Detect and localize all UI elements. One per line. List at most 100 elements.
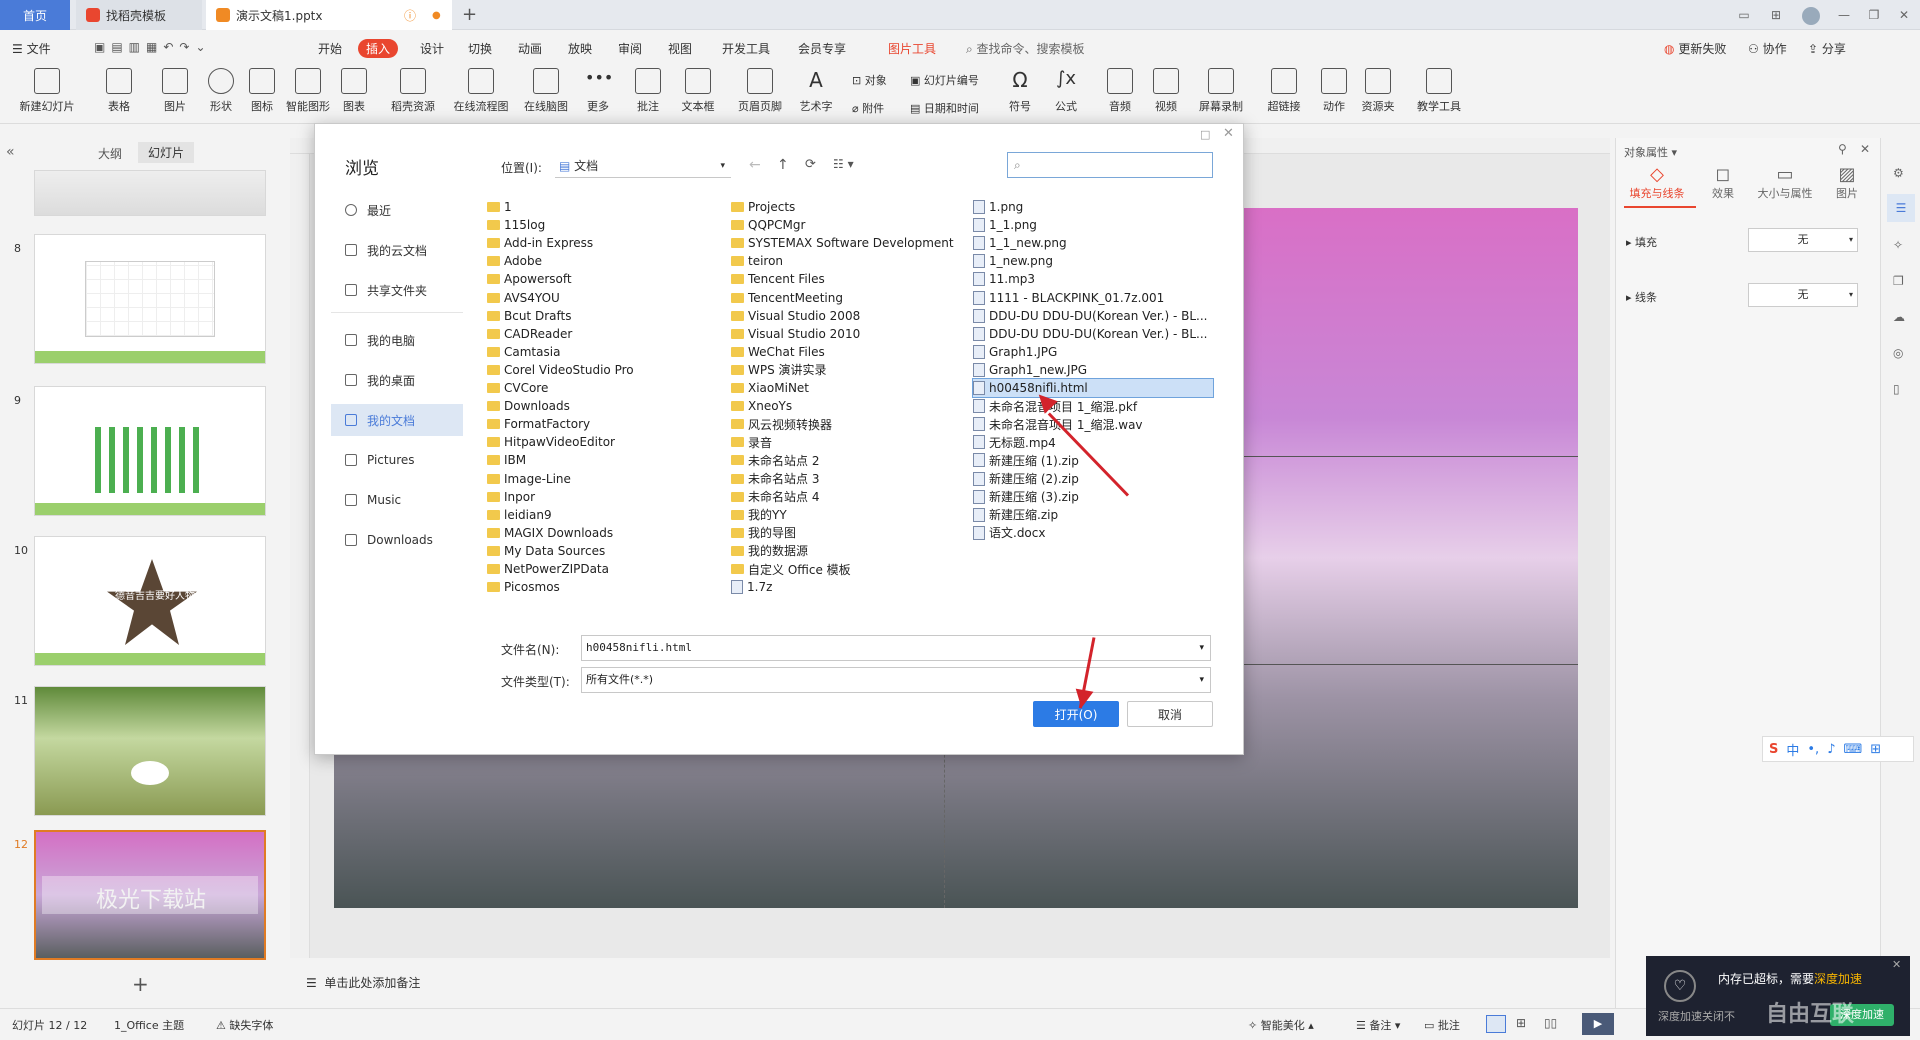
tab-docer-templates[interactable]: 找稻壳模板 <box>76 0 202 30</box>
nav-pictures[interactable]: Pictures <box>331 444 463 476</box>
file-list-item[interactable]: 1_1_new.png <box>973 234 1067 252</box>
menu-animation[interactable]: 动画 <box>518 40 542 57</box>
tab-size-properties[interactable]: ▭ 大小与属性 <box>1752 164 1818 201</box>
tab-outline[interactable]: 大纲 <box>98 145 122 162</box>
collapse-panel-icon[interactable]: « <box>6 144 15 160</box>
slide-thumbnail-9[interactable] <box>34 386 266 516</box>
hyperlink-button[interactable]: 超链接 <box>1262 68 1306 114</box>
copy-icon[interactable]: ❐ <box>1893 274 1904 288</box>
menu-insert[interactable]: 插入 <box>358 39 399 58</box>
file-list-item[interactable]: teiron <box>731 252 783 270</box>
file-list-item[interactable]: IBM <box>487 451 526 469</box>
nav-cloud-docs[interactable]: 我的云文档 <box>331 234 463 266</box>
view-mode-icon[interactable]: ☷ ▾ <box>833 157 854 171</box>
search-input[interactable]: ⌕ <box>1007 152 1213 178</box>
properties-icon[interactable]: ☰ <box>1887 194 1915 222</box>
file-list-item[interactable]: Visual Studio 2010 <box>731 325 860 343</box>
close-icon[interactable]: ✕ <box>1896 7 1912 23</box>
file-list-item[interactable]: 我的数据源 <box>731 542 808 560</box>
formula-button[interactable]: ∫x 公式 <box>1048 68 1084 114</box>
file-list-item[interactable]: TencentMeeting <box>731 289 843 307</box>
audio-button[interactable]: 音频 <box>1102 68 1138 114</box>
new-tab-button[interactable]: + <box>462 4 477 25</box>
menu-developer[interactable]: 开发工具 <box>722 40 770 57</box>
file-list-item[interactable]: 1_1.png <box>973 216 1037 234</box>
panel-close-icon[interactable]: ✕ <box>1860 142 1870 156</box>
file-list-item[interactable]: Adobe <box>487 252 542 270</box>
pin-icon[interactable]: ⚲ <box>1838 142 1847 156</box>
file-list-item[interactable]: CVCore <box>487 379 548 397</box>
notes-area[interactable]: ☰ 单击此处添加备注 <box>306 974 420 991</box>
menu-transition[interactable]: 切换 <box>468 40 492 57</box>
file-list-item[interactable]: Inpor <box>487 488 535 506</box>
file-list-item[interactable]: HitpawVideoEditor <box>487 433 615 451</box>
file-list-item[interactable]: WeChat Files <box>731 343 825 361</box>
file-list-item[interactable]: Bcut Drafts <box>487 307 571 325</box>
object-button[interactable]: ⊡ 对象 <box>852 72 887 88</box>
tab-presentation[interactable]: 演示文稿1.pptx ⓘ ● <box>206 0 452 30</box>
file-list-item[interactable]: 新建压缩 (2).zip <box>973 470 1079 488</box>
file-list-item[interactable]: 11.mp3 <box>973 270 1035 288</box>
file-list-item[interactable]: Add-in Express <box>487 234 593 252</box>
normal-view-icon[interactable] <box>1486 1015 1506 1033</box>
up-icon[interactable]: ↑ <box>777 157 789 173</box>
line-section[interactable]: ▸ 线条 <box>1626 289 1657 305</box>
sorter-view-icon[interactable]: ⊞ <box>1516 1016 1526 1030</box>
nav-downloads[interactable]: Downloads <box>331 524 463 556</box>
maximize-icon[interactable]: □ <box>1200 128 1210 141</box>
file-list-item[interactable]: 1_new.png <box>973 252 1053 270</box>
theme-name[interactable]: 1_Office 主题 <box>114 1017 184 1033</box>
add-slide-button[interactable]: + <box>132 972 149 996</box>
ime-toolbar[interactable]: S 中 •, ♪ ⌨ ⊞ <box>1762 736 1914 762</box>
menu-design[interactable]: 设计 <box>420 40 444 57</box>
file-list-item[interactable]: 1111 - BLACKPINK_01.7z.001 <box>973 289 1164 307</box>
cancel-button[interactable]: 取消 <box>1127 701 1213 727</box>
slide-thumbnail-7[interactable] <box>34 170 266 216</box>
file-list-item[interactable]: 新建压缩.zip <box>973 506 1058 524</box>
menu-picture-tools[interactable]: 图片工具 <box>888 40 936 57</box>
shape-button[interactable]: 形状 <box>200 68 242 114</box>
mindmap-button[interactable]: 在线脑图 <box>518 68 574 114</box>
dialog-close-icon[interactable]: ✕ <box>1223 126 1234 141</box>
file-list-item[interactable]: 未命名站点 3 <box>731 470 819 488</box>
nav-music[interactable]: Music <box>331 484 463 516</box>
file-list-item[interactable]: Apowersoft <box>487 270 572 288</box>
warning-icon[interactable]: ⓘ <box>404 7 416 24</box>
missing-font[interactable]: ⚠ 缺失字体 <box>216 1017 273 1033</box>
table-button[interactable]: 表格 <box>98 68 140 114</box>
file-list-item[interactable]: 未命名站点 2 <box>731 451 819 469</box>
file-list-item[interactable]: WPS 演讲实录 <box>731 361 827 379</box>
file-list-item[interactable]: SYSTEMAX Software Development <box>731 234 954 252</box>
quick-access-toolbar[interactable]: ▣▤▥▦↶↷⌄ <box>94 40 212 54</box>
file-list-item[interactable]: XneoYs <box>731 397 792 415</box>
file-list-item[interactable]: AVS4YOU <box>487 289 560 307</box>
chart-button[interactable]: 图表 <box>336 68 372 114</box>
file-list-item[interactable]: Graph1_new.JPG <box>973 361 1087 379</box>
file-list-item[interactable]: leidian9 <box>487 506 552 524</box>
nav-recent[interactable]: 最近 <box>331 194 463 226</box>
tab-slides[interactable]: 幻灯片 <box>138 142 195 163</box>
file-list-item[interactable]: Image-Line <box>487 470 571 488</box>
book-icon[interactable]: ▯ <box>1893 382 1900 396</box>
slide-number-button[interactable]: ▣ 幻灯片编号 <box>910 72 979 88</box>
grid-icon[interactable]: ⊞ <box>1768 7 1784 23</box>
resource-folder-button[interactable]: 资源夹 <box>1356 68 1400 114</box>
file-list-item[interactable]: 我的导图 <box>731 524 796 542</box>
filetype-select[interactable]: 所有文件(*.*) ▾ <box>581 667 1211 693</box>
menu-review[interactable]: 审阅 <box>618 40 642 57</box>
restore-icon[interactable]: ❐ <box>1866 7 1882 23</box>
nav-desktop[interactable]: 我的桌面 <box>331 364 463 396</box>
file-list-item[interactable]: 1.png <box>973 198 1023 216</box>
star-icon[interactable]: ✧ <box>1893 238 1903 252</box>
location-dropdown[interactable]: ▤ 文档 ▾ <box>555 154 731 178</box>
screen-record-button[interactable]: 屏幕录制 <box>1194 68 1248 114</box>
file-list-item[interactable]: NetPowerZIPData <box>487 560 609 578</box>
slide-thumbnail-8[interactable] <box>34 234 266 364</box>
comment-toggle[interactable]: ▭ 批注 <box>1424 1017 1460 1033</box>
nav-shared-folder[interactable]: 共享文件夹 <box>331 274 463 306</box>
docer-resource-button[interactable]: 稻壳资源 <box>386 68 440 114</box>
wordart-button[interactable]: A 艺术字 <box>792 68 840 114</box>
update-failed[interactable]: ◍ 更新失败 <box>1664 40 1726 57</box>
file-list-item[interactable]: 新建压缩 (1).zip <box>973 451 1079 469</box>
file-list-item[interactable]: DDU-DU DDU-DU(Korean Ver.) - BL... <box>973 307 1207 325</box>
